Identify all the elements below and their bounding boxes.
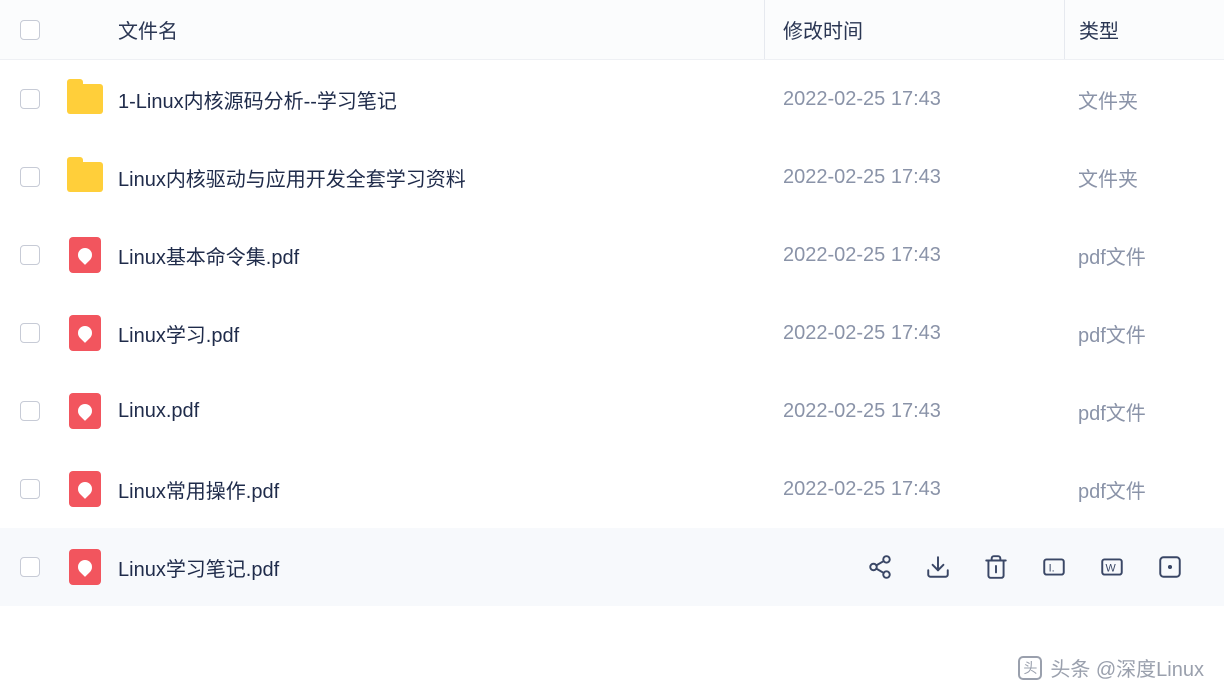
file-name[interactable]: Linux.pdf xyxy=(110,400,764,423)
file-time: 2022-02-25 17:43 xyxy=(764,166,1064,189)
watermark-logo-icon: 头 xyxy=(1018,656,1042,680)
file-name[interactable]: Linux常用操作.pdf xyxy=(110,475,764,504)
row-checkbox[interactable] xyxy=(20,167,40,187)
pdf-icon xyxy=(69,549,101,585)
row-icon-col xyxy=(60,237,110,273)
table-row[interactable]: Linux常用操作.pdf 2022-02-25 17:43 pdf文件 xyxy=(0,450,1224,528)
pdf-icon xyxy=(69,237,101,273)
row-check-col xyxy=(0,245,60,265)
row-checkbox[interactable] xyxy=(20,245,40,265)
row-check-col xyxy=(0,401,60,421)
share-icon[interactable] xyxy=(866,553,894,581)
row-checkbox[interactable] xyxy=(20,401,40,421)
table-header: 文件名 修改时间 类型 xyxy=(0,0,1224,60)
pdf-icon xyxy=(69,393,101,429)
pdf-icon xyxy=(69,471,101,507)
file-type: pdf文件 xyxy=(1064,475,1224,504)
file-type: 文件夹 xyxy=(1064,85,1224,114)
move-icon[interactable]: W xyxy=(1098,553,1126,581)
file-type: pdf文件 xyxy=(1064,241,1224,270)
row-action-toolbar: I. W xyxy=(866,553,1224,581)
table-row[interactable]: Linux基本命令集.pdf 2022-02-25 17:43 pdf文件 xyxy=(0,216,1224,294)
file-list: 文件名 修改时间 类型 1-Linux内核源码分析--学习笔记 2022-02-… xyxy=(0,0,1224,606)
file-type: pdf文件 xyxy=(1064,397,1224,426)
watermark: 头 头条 @深度Linux xyxy=(1018,653,1204,682)
file-name[interactable]: Linux基本命令集.pdf xyxy=(110,241,764,270)
select-all-checkbox[interactable] xyxy=(20,20,40,40)
row-checkbox[interactable] xyxy=(20,323,40,343)
row-icon-col xyxy=(60,162,110,192)
folder-icon xyxy=(67,84,103,114)
row-icon-col xyxy=(60,549,110,585)
file-type: 文件夹 xyxy=(1064,163,1224,192)
delete-icon[interactable] xyxy=(982,553,1010,581)
download-icon[interactable] xyxy=(924,553,952,581)
file-name[interactable]: Linux内核驱动与应用开发全套学习资料 xyxy=(110,163,764,192)
header-type[interactable]: 类型 xyxy=(1064,0,1224,59)
table-row[interactable]: Linux学习.pdf 2022-02-25 17:43 pdf文件 xyxy=(0,294,1224,372)
row-check-col xyxy=(0,323,60,343)
row-icon-col xyxy=(60,471,110,507)
file-name[interactable]: 1-Linux内核源码分析--学习笔记 xyxy=(110,85,764,114)
pdf-icon xyxy=(69,315,101,351)
row-icon-col xyxy=(60,393,110,429)
table-row[interactable]: Linux内核驱动与应用开发全套学习资料 2022-02-25 17:43 文件… xyxy=(0,138,1224,216)
file-time: 2022-02-25 17:43 xyxy=(764,244,1064,267)
header-check-col xyxy=(0,20,60,40)
table-row[interactable]: Linux学习笔记.pdf I. W xyxy=(0,528,1224,606)
row-check-col xyxy=(0,557,60,577)
header-name[interactable]: 文件名 xyxy=(110,15,764,44)
file-name[interactable]: Linux学习.pdf xyxy=(110,319,764,348)
row-checkbox[interactable] xyxy=(20,557,40,577)
row-icon-col xyxy=(60,84,110,114)
row-check-col xyxy=(0,89,60,109)
file-time: 2022-02-25 17:43 xyxy=(764,88,1064,111)
folder-icon xyxy=(67,162,103,192)
table-body: 1-Linux内核源码分析--学习笔记 2022-02-25 17:43 文件夹… xyxy=(0,60,1224,606)
table-row[interactable]: 1-Linux内核源码分析--学习笔记 2022-02-25 17:43 文件夹 xyxy=(0,60,1224,138)
rename-icon[interactable]: I. xyxy=(1040,553,1068,581)
more-icon[interactable] xyxy=(1156,553,1184,581)
row-checkbox[interactable] xyxy=(20,479,40,499)
header-time[interactable]: 修改时间 xyxy=(764,0,1064,59)
row-check-col xyxy=(0,167,60,187)
file-time: 2022-02-25 17:43 xyxy=(764,322,1064,345)
table-row[interactable]: Linux.pdf 2022-02-25 17:43 pdf文件 xyxy=(0,372,1224,450)
svg-text:W: W xyxy=(1106,562,1117,574)
file-time: 2022-02-25 17:43 xyxy=(764,478,1064,501)
svg-text:I.: I. xyxy=(1049,562,1055,574)
watermark-text: 头条 @深度Linux xyxy=(1050,653,1204,682)
file-name[interactable]: Linux学习笔记.pdf xyxy=(110,553,866,582)
file-time: 2022-02-25 17:43 xyxy=(764,400,1064,423)
row-check-col xyxy=(0,479,60,499)
file-type: pdf文件 xyxy=(1064,319,1224,348)
row-checkbox[interactable] xyxy=(20,89,40,109)
row-icon-col xyxy=(60,315,110,351)
